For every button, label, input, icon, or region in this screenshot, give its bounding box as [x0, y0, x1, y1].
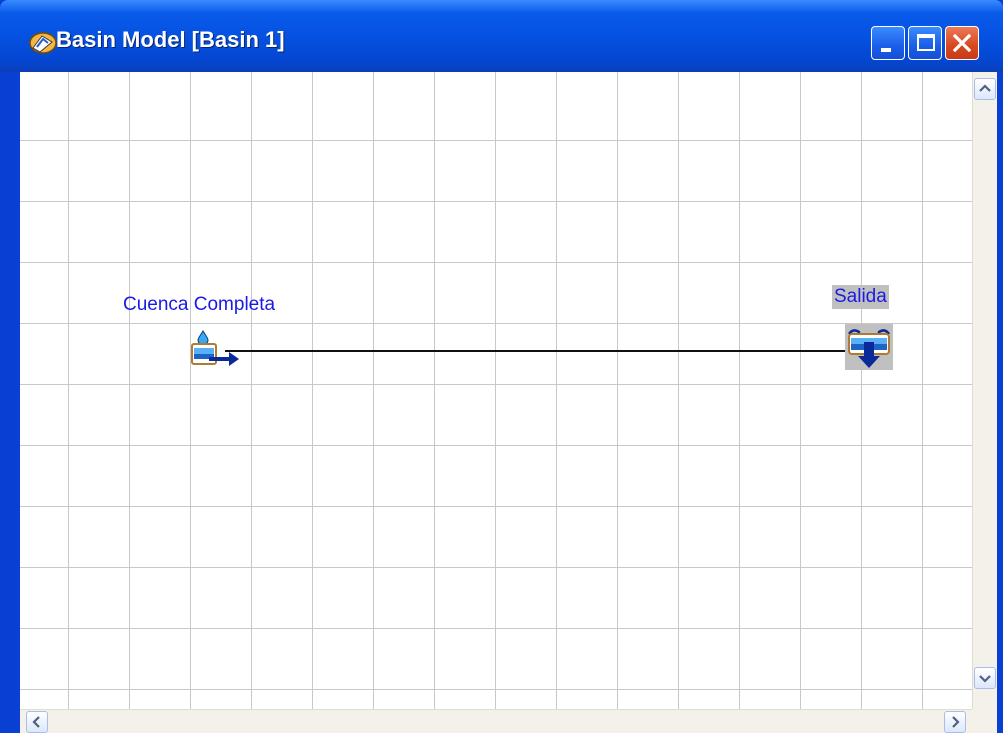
basin-model-window: Basin Model [Basin 1] Cuenca Completa Sa… [0, 0, 1003, 733]
horizontal-scrollbar[interactable] [20, 709, 972, 733]
minimize-button[interactable] [871, 26, 905, 60]
sink-label[interactable]: Salida [832, 285, 889, 309]
grid-line-vertical [861, 72, 862, 709]
grid-line-vertical [617, 72, 618, 709]
title-bar[interactable]: Basin Model [Basin 1] [0, 0, 1003, 72]
grid-line-vertical [739, 72, 740, 709]
maximize-icon [917, 34, 935, 51]
grid-line-vertical [251, 72, 252, 709]
grid-line-horizontal [20, 201, 972, 202]
grid-line-vertical [68, 72, 69, 709]
grid-line-vertical [312, 72, 313, 709]
grid-line-vertical [922, 72, 923, 709]
minimize-icon [881, 48, 891, 52]
subbasin-label[interactable]: Cuenca Completa [123, 294, 275, 316]
grid-line-vertical [434, 72, 435, 709]
grid-line-horizontal [20, 567, 972, 568]
scroll-right-arrow-icon [945, 712, 965, 732]
hec-hms-app-icon[interactable] [28, 30, 58, 56]
scroll-left-button[interactable] [26, 711, 48, 733]
grid-line-vertical [495, 72, 496, 709]
grid-line-horizontal [20, 384, 972, 385]
close-button[interactable] [945, 26, 979, 60]
grid-line-vertical [678, 72, 679, 709]
vertical-scrollbar[interactable] [972, 72, 997, 709]
grid-line-vertical [190, 72, 191, 709]
grid-line-horizontal [20, 262, 972, 263]
grid-line-horizontal [20, 506, 972, 507]
sink-icon[interactable] [845, 324, 893, 370]
grid-line-vertical [129, 72, 130, 709]
scrollbar-corner [972, 709, 997, 733]
grid-line-vertical [556, 72, 557, 709]
grid-line-vertical [800, 72, 801, 709]
grid-line-horizontal [20, 628, 972, 629]
scroll-down-arrow-icon [975, 668, 995, 688]
scroll-up-button[interactable] [974, 78, 996, 100]
grid-line-horizontal [20, 445, 972, 446]
scroll-up-arrow-icon [975, 79, 995, 99]
grid-line-horizontal [20, 323, 972, 324]
window-title: Basin Model [Basin 1] [56, 27, 285, 52]
window-client-area: Cuenca Completa Salida [20, 72, 997, 733]
grid-line-horizontal [20, 689, 972, 690]
scroll-left-arrow-icon [27, 712, 47, 732]
close-icon [953, 34, 971, 52]
grid-line-vertical [373, 72, 374, 709]
scroll-right-button[interactable] [944, 711, 966, 733]
scroll-down-button[interactable] [974, 667, 996, 689]
subbasin-icon[interactable] [189, 327, 241, 371]
maximize-button[interactable] [908, 26, 942, 60]
basin-map-canvas[interactable]: Cuenca Completa Salida [20, 72, 972, 709]
grid-line-horizontal [20, 140, 972, 141]
reach-connector[interactable] [225, 350, 848, 352]
